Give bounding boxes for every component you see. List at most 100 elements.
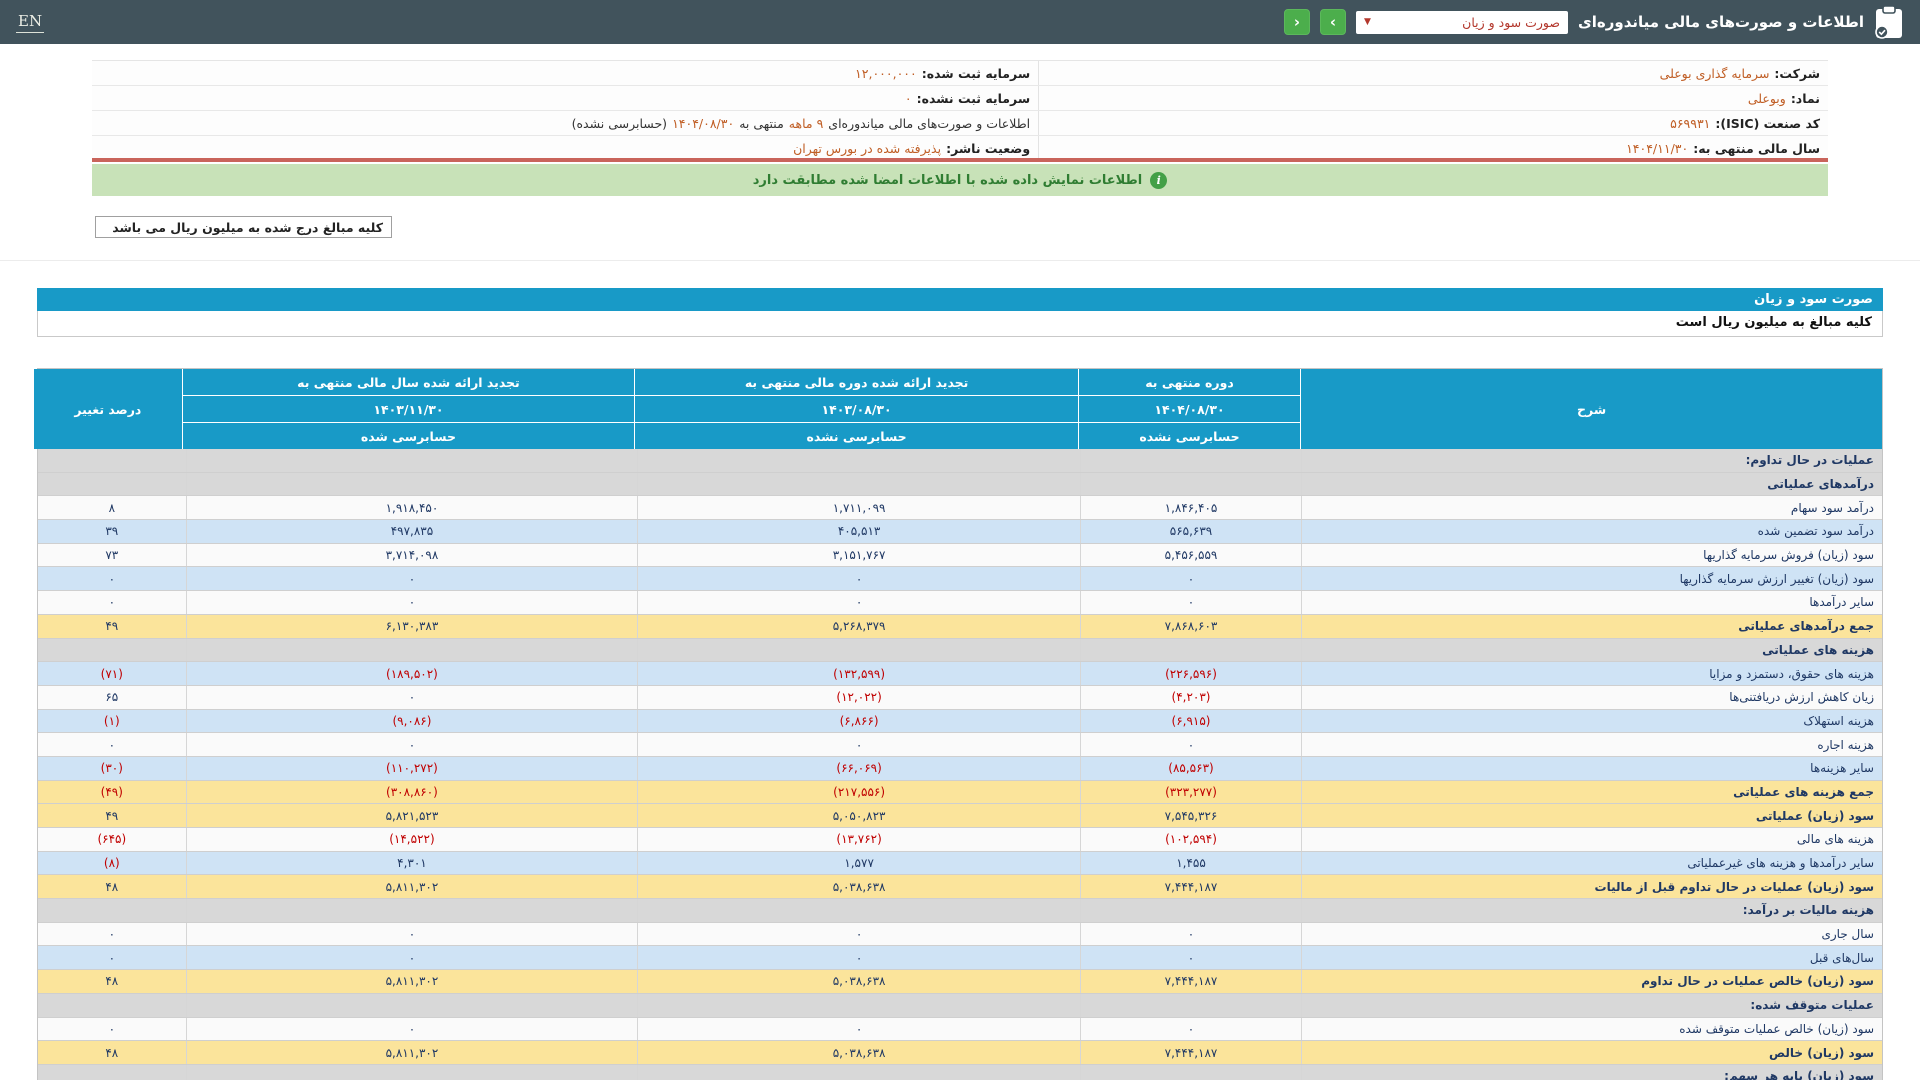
row-label: جمع درآمدهای عملیاتی [1301, 614, 1882, 638]
cell-current: (۱۰۲,۵۹۴) [1079, 828, 1301, 851]
period-mid: منتهی به [739, 115, 784, 131]
cell-current: ۷,۴۴۴,۱۸۷ [1079, 1041, 1301, 1064]
cell-change: ۶۵ [105, 690, 119, 705]
header-restated-year-audit: حسابرسی شده [182, 423, 635, 449]
header-current-period: دوره منتهی به [1078, 369, 1301, 395]
isic-value: ۵۶۹۹۳۱ [1670, 115, 1711, 131]
cell-restated-year: ۰ [185, 685, 638, 709]
table-row: درآمدهای عملیاتی [38, 472, 1882, 497]
header-description: شرح [1301, 369, 1882, 449]
statement-unit-row: کلیه مبالغ به میلیون ریال است [37, 311, 1883, 337]
cell-restated-year: ۰ [185, 567, 638, 591]
row-label: سایر درآمدها [1301, 591, 1882, 614]
cell-change: (۸) [103, 856, 120, 871]
table-row: عملیات متوقف شده: [38, 993, 1882, 1018]
cell-current: ۵۶۵,۶۳۹ [1079, 520, 1301, 543]
row-label: هزینه های حقوق، دستمزد و مزایا [1301, 662, 1882, 685]
cell-restated-period: (۲۱۷,۵۵۶) [637, 780, 1080, 804]
statement-select-dropdown[interactable]: صورت سود و زیان ▼ [1356, 10, 1569, 34]
symbol-value: وبوعلی [1747, 90, 1786, 106]
cell-current: ۷,۵۴۵,۳۲۶ [1079, 804, 1301, 827]
company-value: سرمایه گذاری بوعلی [1659, 65, 1770, 81]
cell-restated-period: ۱,۷۱۱,۰۹۹ [637, 496, 1080, 520]
cell-restated-period: ۰ [637, 567, 1080, 591]
info-icon: i [1150, 171, 1168, 189]
cell-restated-period: ۳,۱۵۱,۷۶۷ [637, 543, 1080, 567]
cell-restated-period [637, 449, 1080, 472]
row-label: هزینه های عملیاتی [1301, 638, 1882, 662]
cell-current: ۰ [1079, 946, 1301, 970]
cell-current [1079, 1064, 1301, 1080]
table-row: سود (زیان) عملیاتی ۷,۵۴۵,۳۲۶ ۵,۰۵۰,۸۲۳ ۵,۸۲… [38, 804, 1882, 828]
cell-restated-year: ۰ [185, 733, 638, 756]
row-label: سایر هزینه‌ها [1301, 756, 1882, 780]
page-title: اطلاعات و صورت‌های مالی میاندوره‌ای [1578, 13, 1864, 31]
isic-cell: کد صنعت (ISIC): ۵۶۹۹۳۱ [1038, 111, 1828, 135]
unregistered-capital-value: ۰ [904, 90, 912, 106]
cell-change: (۱) [103, 713, 120, 728]
header-current-date: ۱۴۰۴/۰۸/۳۰ [1078, 396, 1301, 422]
header-restated-year: تجدید ارائه شده سال مالی منتهی به [182, 369, 635, 395]
cell-restated-year: ۵,۸۱۱,۳۰۲ [185, 1041, 638, 1064]
cell-current: ۱,۸۴۶,۴۰۵ [1079, 496, 1301, 520]
cell-restated-period: ۴۰۵,۵۱۳ [637, 520, 1080, 543]
cell-current: (۲۲۶,۵۹۶) [1079, 662, 1301, 685]
cell-restated-year: ۵,۸۱۱,۳۰۲ [185, 970, 638, 993]
cell-restated-year [185, 472, 638, 496]
cell-restated-period: (۱۲,۰۲۲) [637, 685, 1080, 709]
fiscal-year-value: ۱۴۰۴/۱۱/۳۰ [1626, 140, 1689, 156]
table-row: درآمد سود سهام ۱,۸۴۶,۴۰۵ ۱,۷۱۱,۰۹۹ ۱,۹۱۸,۴۵… [38, 496, 1882, 521]
row-label: سود (زیان) عملیاتی [1301, 804, 1882, 827]
row-label: سود (زیان) فروش سرمایه گذاریها [1301, 543, 1882, 567]
cell-restated-period [637, 993, 1080, 1017]
cell-current [1079, 472, 1301, 496]
cell-restated-period: ۵,۲۶۸,۳۷۹ [637, 614, 1080, 638]
header-restated-period: تجدید ارائه شده دوره مالی منتهی به [635, 369, 1078, 395]
row-label: هزینه مالیات بر درآمد: [1301, 899, 1882, 922]
cell-restated-year: ۰ [185, 946, 638, 970]
cell-change: ۸ [108, 500, 116, 515]
cell-restated-year [185, 449, 638, 472]
period-months: ۹ ماهه [788, 115, 824, 131]
cell-change [38, 1065, 186, 1080]
clipboard-check-icon [1875, 5, 1902, 39]
cell-change: ۰ [108, 595, 116, 610]
table-row: هزینه اجاره ۰ ۰ ۰ ۰ [38, 733, 1882, 757]
cell-change: ۷۳ [105, 548, 119, 563]
row-label: عملیات متوقف شده: [1301, 993, 1882, 1017]
row-label: سال جاری [1301, 922, 1882, 946]
cell-restated-year: (۳۰۸,۸۶۰) [185, 780, 638, 804]
cell-restated-year: ۱,۹۱۸,۴۵۰ [185, 496, 638, 520]
cell-restated-period: (۱۳۲,۵۹۹) [637, 662, 1080, 685]
symbol-cell: نماد: وبوعلی [1038, 86, 1828, 110]
cell-current: ۷,۴۴۴,۱۸۷ [1079, 875, 1301, 899]
table-row: هزینه مالیات بر درآمد: [38, 899, 1882, 923]
cell-change [38, 899, 186, 922]
statement-title-bar: صورت سود و زیان [37, 288, 1883, 311]
cell-change: ۴۹ [105, 619, 119, 634]
previous-statement-button[interactable]: ‹ [1284, 9, 1311, 35]
company-info-table: شرکت: سرمایه گذاری بوعلی سرمایه ثبت شده:… [92, 60, 1828, 161]
section-divider [0, 260, 1920, 261]
cell-change: ۰ [108, 950, 116, 965]
cell-restated-year: ۰ [185, 1017, 638, 1041]
registered-capital-value: ۱۲,۰۰۰,۰۰۰ [855, 65, 917, 81]
cell-change [38, 473, 186, 496]
cell-change [38, 994, 186, 1017]
cell-change: (۳۰) [100, 761, 123, 776]
info-row: شرکت: سرمایه گذاری بوعلی سرمایه ثبت شده:… [92, 61, 1828, 86]
issuer-status-label: وضعیت ناشر: [946, 140, 1031, 156]
row-label: سود (زیان) تغییر ارزش سرمایه گذاریها [1301, 567, 1882, 591]
top-bar: اطلاعات و صورت‌های مالی میاندوره‌ای صورت… [0, 0, 1920, 44]
english-language-link[interactable]: EN [16, 12, 45, 33]
table-row: جمع درآمدهای عملیاتی ۷,۸۶۸,۶۰۳ ۵,۲۶۸,۳۷۹ ۶,… [38, 614, 1882, 639]
next-statement-button[interactable]: › [1320, 9, 1347, 35]
cell-restated-period: (۶,۸۶۶) [637, 709, 1080, 733]
signed-data-notice-text: اطلاعات نمایش داده شده با اطلاعات امضا ش… [752, 172, 1143, 188]
period-date: ۱۴۰۴/۰۸/۳۰ [672, 115, 735, 131]
table-row: سود (زیان) خالص عملیات در حال تداوم ۷,۴۴۴… [38, 970, 1882, 994]
issuer-status-value: پذیرفته شده در بورس تهران [793, 140, 942, 156]
table-row: زیان کاهش ارزش دریافتنی‌ها (۴,۲۰۳) (۱۲,۰۲۲… [38, 685, 1882, 710]
cell-restated-period: ۵,۰۳۸,۶۳۸ [637, 1041, 1080, 1064]
cell-change [38, 449, 186, 472]
